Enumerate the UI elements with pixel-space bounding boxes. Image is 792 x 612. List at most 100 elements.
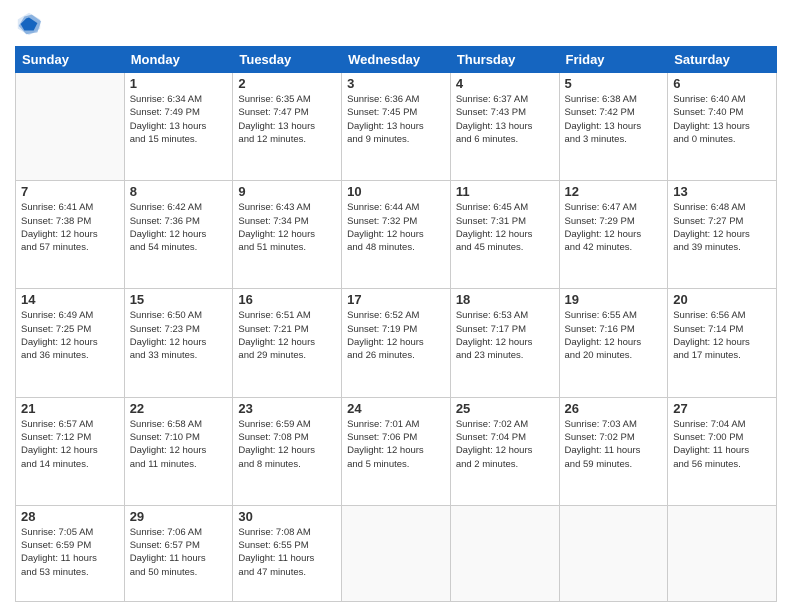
day-number: 15 xyxy=(130,292,228,307)
day-number: 23 xyxy=(238,401,336,416)
calendar-cell xyxy=(450,505,559,601)
day-info: Sunrise: 6:58 AM Sunset: 7:10 PM Dayligh… xyxy=(130,418,228,471)
calendar-cell: 1 Sunrise: 6:34 AM Sunset: 7:49 PM Daylig… xyxy=(124,73,233,181)
day-number: 17 xyxy=(347,292,445,307)
calendar-cell: 16Sunrise: 6:51 AM Sunset: 7:21 PM Dayli… xyxy=(233,289,342,397)
calendar-cell xyxy=(342,505,451,601)
calendar-cell: 17 Sunrise: 6:52 AM Sunset: 7:19 PM Dayli… xyxy=(342,289,451,397)
calendar-cell: 9 Sunrise: 6:43 AM Sunset: 7:34 PM Daylig… xyxy=(233,181,342,289)
day-info: Sunrise: 6:36 AM Sunset: 7:45 PM Dayligh… xyxy=(347,93,445,146)
day-info: Sunrise: 6:45 AM Sunset: 7:31 PM Dayligh… xyxy=(456,201,554,254)
day-info: Sunrise: 6:43 AM Sunset: 7:34 PM Dayligh… xyxy=(238,201,336,254)
weekday-header-monday: Monday xyxy=(124,47,233,73)
calendar-cell: 8 Sunrise: 6:42 AM Sunset: 7:36 PM Daylig… xyxy=(124,181,233,289)
logo xyxy=(15,10,47,38)
day-info: Sunrise: 6:47 AM Sunset: 7:29 PM Dayligh… xyxy=(565,201,663,254)
calendar-cell: 5 Sunrise: 6:38 AM Sunset: 7:42 PM Daylig… xyxy=(559,73,668,181)
calendar-cell: 6Sunrise: 6:40 AM Sunset: 7:40 PM Daylig… xyxy=(668,73,777,181)
header xyxy=(15,10,777,38)
calendar-cell: 20Sunrise: 6:56 AM Sunset: 7:14 PM Dayli… xyxy=(668,289,777,397)
day-info: Sunrise: 6:38 AM Sunset: 7:42 PM Dayligh… xyxy=(565,93,663,146)
calendar-cell: 18Sunrise: 6:53 AM Sunset: 7:17 PM Dayli… xyxy=(450,289,559,397)
weekday-header-sunday: Sunday xyxy=(16,47,125,73)
day-number: 19 xyxy=(565,292,663,307)
day-info: Sunrise: 7:03 AM Sunset: 7:02 PM Dayligh… xyxy=(565,418,663,471)
calendar-cell: 29 Sunrise: 7:06 AM Sunset: 6:57 PM Dayli… xyxy=(124,505,233,601)
calendar-cell: 15 Sunrise: 6:50 AM Sunset: 7:23 PM Dayli… xyxy=(124,289,233,397)
calendar-cell: 12Sunrise: 6:47 AM Sunset: 7:29 PM Dayli… xyxy=(559,181,668,289)
weekday-header-row: SundayMondayTuesdayWednesdayThursdayFrid… xyxy=(16,47,777,73)
calendar-cell: 10 Sunrise: 6:44 AM Sunset: 7:32 PM Dayli… xyxy=(342,181,451,289)
day-number: 7 xyxy=(21,184,119,199)
day-info: Sunrise: 6:53 AM Sunset: 7:17 PM Dayligh… xyxy=(456,309,554,362)
day-info: Sunrise: 7:05 AM Sunset: 6:59 PM Dayligh… xyxy=(21,526,119,579)
day-info: Sunrise: 6:48 AM Sunset: 7:27 PM Dayligh… xyxy=(673,201,771,254)
day-info: Sunrise: 6:49 AM Sunset: 7:25 PM Dayligh… xyxy=(21,309,119,362)
day-number: 28 xyxy=(21,509,119,524)
day-number: 16 xyxy=(238,292,336,307)
weekday-header-thursday: Thursday xyxy=(450,47,559,73)
calendar-cell xyxy=(16,73,125,181)
weekday-header-wednesday: Wednesday xyxy=(342,47,451,73)
day-number: 22 xyxy=(130,401,228,416)
calendar-cell: 23 Sunrise: 6:59 AM Sunset: 7:08 PM Dayli… xyxy=(233,397,342,505)
calendar-cell: 19 Sunrise: 6:55 AM Sunset: 7:16 PM Dayli… xyxy=(559,289,668,397)
day-number: 25 xyxy=(456,401,554,416)
day-info: Sunrise: 6:34 AM Sunset: 7:49 PM Dayligh… xyxy=(130,93,228,146)
calendar-cell xyxy=(668,505,777,601)
day-number: 3 xyxy=(347,76,445,91)
day-number: 13 xyxy=(673,184,771,199)
logo-icon xyxy=(15,10,43,38)
calendar-cell: 4 Sunrise: 6:37 AM Sunset: 7:43 PM Daylig… xyxy=(450,73,559,181)
day-info: Sunrise: 6:59 AM Sunset: 7:08 PM Dayligh… xyxy=(238,418,336,471)
calendar-cell: 24 Sunrise: 7:01 AM Sunset: 7:06 PM Dayli… xyxy=(342,397,451,505)
week-row-1: 7 Sunrise: 6:41 AM Sunset: 7:38 PM Daylig… xyxy=(16,181,777,289)
weekday-header-tuesday: Tuesday xyxy=(233,47,342,73)
day-info: Sunrise: 7:04 AM Sunset: 7:00 PM Dayligh… xyxy=(673,418,771,471)
calendar-cell: 14 Sunrise: 6:49 AM Sunset: 7:25 PM Dayli… xyxy=(16,289,125,397)
day-info: Sunrise: 6:40 AM Sunset: 7:40 PM Dayligh… xyxy=(673,93,771,146)
day-number: 4 xyxy=(456,76,554,91)
day-info: Sunrise: 6:44 AM Sunset: 7:32 PM Dayligh… xyxy=(347,201,445,254)
day-number: 24 xyxy=(347,401,445,416)
week-row-4: 28 Sunrise: 7:05 AM Sunset: 6:59 PM Dayli… xyxy=(16,505,777,601)
day-info: Sunrise: 7:08 AM Sunset: 6:55 PM Dayligh… xyxy=(238,526,336,579)
day-number: 1 xyxy=(130,76,228,91)
day-number: 20 xyxy=(673,292,771,307)
calendar-cell: 2 Sunrise: 6:35 AM Sunset: 7:47 PM Daylig… xyxy=(233,73,342,181)
calendar-cell: 22 Sunrise: 6:58 AM Sunset: 7:10 PM Dayli… xyxy=(124,397,233,505)
day-number: 10 xyxy=(347,184,445,199)
day-info: Sunrise: 6:55 AM Sunset: 7:16 PM Dayligh… xyxy=(565,309,663,362)
week-row-0: 1 Sunrise: 6:34 AM Sunset: 7:49 PM Daylig… xyxy=(16,73,777,181)
weekday-header-friday: Friday xyxy=(559,47,668,73)
calendar-page: SundayMondayTuesdayWednesdayThursdayFrid… xyxy=(0,0,792,612)
calendar-cell: 30Sunrise: 7:08 AM Sunset: 6:55 PM Dayli… xyxy=(233,505,342,601)
calendar-cell: 21 Sunrise: 6:57 AM Sunset: 7:12 PM Dayli… xyxy=(16,397,125,505)
day-info: Sunrise: 6:52 AM Sunset: 7:19 PM Dayligh… xyxy=(347,309,445,362)
day-number: 11 xyxy=(456,184,554,199)
day-info: Sunrise: 6:35 AM Sunset: 7:47 PM Dayligh… xyxy=(238,93,336,146)
day-number: 9 xyxy=(238,184,336,199)
day-number: 29 xyxy=(130,509,228,524)
week-row-3: 21 Sunrise: 6:57 AM Sunset: 7:12 PM Dayli… xyxy=(16,397,777,505)
day-number: 2 xyxy=(238,76,336,91)
day-info: Sunrise: 6:41 AM Sunset: 7:38 PM Dayligh… xyxy=(21,201,119,254)
calendar-cell: 7 Sunrise: 6:41 AM Sunset: 7:38 PM Daylig… xyxy=(16,181,125,289)
calendar-cell: 27 Sunrise: 7:04 AM Sunset: 7:00 PM Dayli… xyxy=(668,397,777,505)
day-info: Sunrise: 6:57 AM Sunset: 7:12 PM Dayligh… xyxy=(21,418,119,471)
day-number: 8 xyxy=(130,184,228,199)
day-info: Sunrise: 7:06 AM Sunset: 6:57 PM Dayligh… xyxy=(130,526,228,579)
weekday-header-saturday: Saturday xyxy=(668,47,777,73)
calendar-cell xyxy=(559,505,668,601)
day-info: Sunrise: 7:01 AM Sunset: 7:06 PM Dayligh… xyxy=(347,418,445,471)
day-number: 14 xyxy=(21,292,119,307)
day-number: 27 xyxy=(673,401,771,416)
day-number: 21 xyxy=(21,401,119,416)
day-info: Sunrise: 6:37 AM Sunset: 7:43 PM Dayligh… xyxy=(456,93,554,146)
week-row-2: 14 Sunrise: 6:49 AM Sunset: 7:25 PM Dayli… xyxy=(16,289,777,397)
day-info: Sunrise: 6:42 AM Sunset: 7:36 PM Dayligh… xyxy=(130,201,228,254)
day-info: Sunrise: 6:50 AM Sunset: 7:23 PM Dayligh… xyxy=(130,309,228,362)
day-number: 5 xyxy=(565,76,663,91)
calendar-cell: 3 Sunrise: 6:36 AM Sunset: 7:45 PM Daylig… xyxy=(342,73,451,181)
calendar-cell: 25Sunrise: 7:02 AM Sunset: 7:04 PM Dayli… xyxy=(450,397,559,505)
